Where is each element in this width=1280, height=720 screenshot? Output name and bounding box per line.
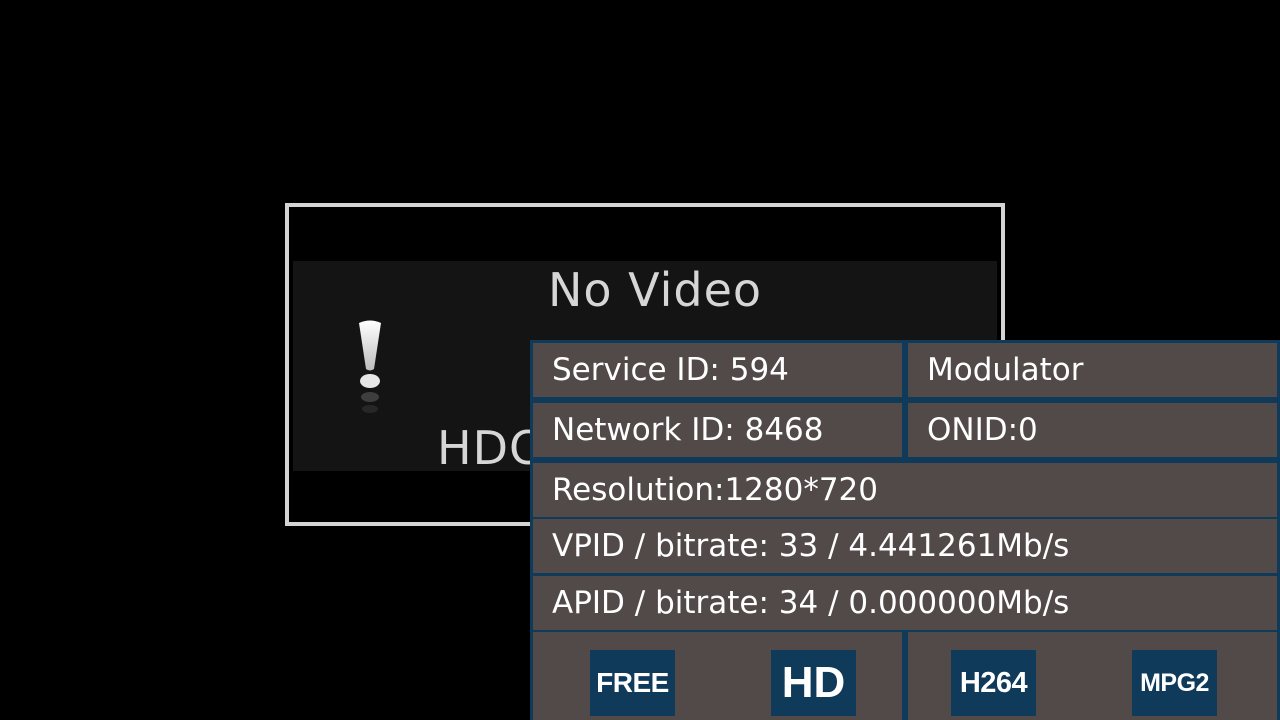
hd-badge: HD (771, 650, 856, 716)
onid: ONID:0 (908, 403, 1277, 457)
tv-screen: No Video HDCP Service ID: 594 Modulator … (0, 0, 1280, 720)
badges-left: FREE HD (533, 632, 902, 720)
service-id: Service ID: 594 (533, 343, 902, 397)
h264-badge: H264 (951, 650, 1036, 716)
modulator: Modulator (908, 343, 1277, 397)
badges-right: H264 MPG2 (908, 632, 1277, 720)
resolution-row: Resolution:1280*720 (533, 463, 1277, 517)
audio-pid-bitrate: APID / bitrate: 34 / 0.000000Mb/s (533, 576, 1277, 630)
channel-info-panel: Service ID: 594 Modulator Network ID: 84… (530, 340, 1280, 720)
exclamation-icon (359, 320, 381, 413)
free-badge: FREE (590, 650, 675, 716)
network-id: Network ID: 8468 (533, 403, 902, 457)
video-pid-bitrate: VPID / bitrate: 33 / 4.441261Mb/s (533, 519, 1277, 573)
mpg2-badge: MPG2 (1132, 650, 1217, 716)
no-video-title: No Video (547, 263, 763, 317)
resolution-value: 1280*720 (724, 472, 878, 508)
resolution-label: Resolution: (552, 472, 725, 508)
